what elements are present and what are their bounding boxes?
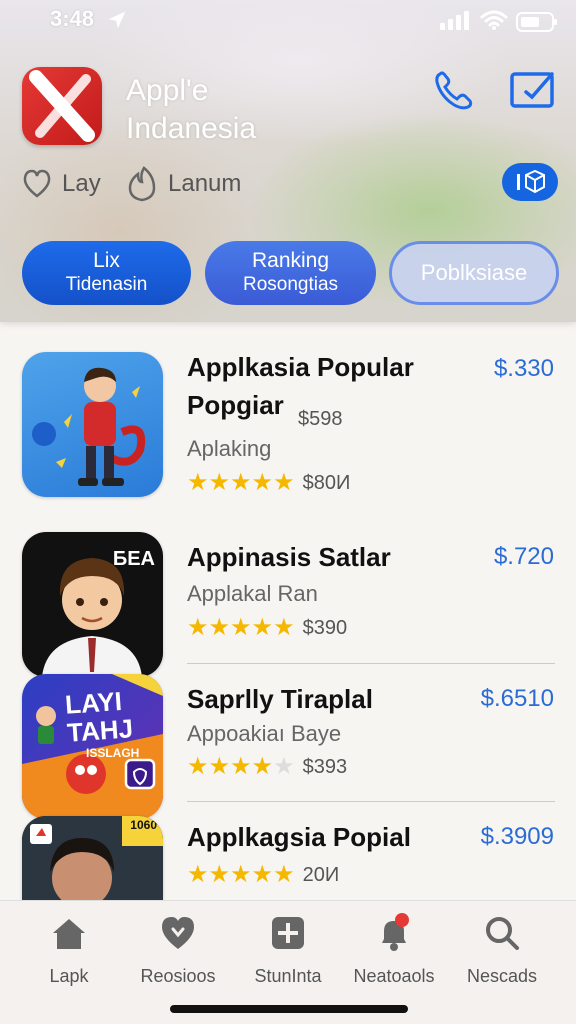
star-icon: ★ bbox=[273, 469, 295, 496]
app-price[interactable]: $.6510 bbox=[481, 685, 554, 713]
meta-launch-label: Lanum bbox=[168, 170, 242, 197]
home-icon bbox=[53, 919, 85, 949]
star-icon: ★ bbox=[208, 469, 231, 496]
star-icon: ★ bbox=[208, 753, 231, 780]
tab-label: Reosioos bbox=[140, 966, 216, 986]
app-small-price: $598 bbox=[298, 408, 343, 430]
cube-icon bbox=[517, 169, 545, 194]
tab-label: StunInta bbox=[254, 966, 322, 986]
flame-icon bbox=[128, 166, 156, 202]
heart-icon bbox=[162, 917, 194, 949]
star-icon: ★ bbox=[230, 753, 252, 780]
app-subtitle: Appoakiaı Baye bbox=[187, 721, 342, 746]
thumbnail-text: LAYI TAHJ bbox=[64, 685, 134, 748]
app-title: Applkagsia Popial bbox=[187, 822, 411, 852]
tab-nescads[interactable]: Nescads bbox=[447, 913, 557, 987]
app-subtitle: Aplaking bbox=[187, 436, 272, 461]
app-title-line-2: Popgiar bbox=[187, 390, 284, 420]
rating-count: 20И bbox=[302, 863, 340, 886]
segment-lix[interactable]: Lix Tidenasin bbox=[22, 241, 191, 305]
star-icon: ★ bbox=[230, 614, 252, 641]
rating-count: $390 bbox=[302, 616, 348, 639]
ar-button[interactable] bbox=[502, 163, 558, 201]
star-icon: ★ bbox=[230, 861, 252, 888]
plus-icon bbox=[272, 917, 304, 949]
tab-label: Lapk bbox=[49, 966, 89, 986]
star-icon: ★ bbox=[230, 469, 252, 496]
wifi-icon bbox=[480, 10, 508, 30]
segment-poblksiase[interactable]: Poblksiase bbox=[389, 241, 559, 305]
rating-count: $393 bbox=[302, 755, 348, 778]
app-price[interactable]: $.720 bbox=[494, 543, 554, 571]
thumbnail-text: БEA bbox=[112, 548, 155, 570]
tab-lapk[interactable]: Lapk bbox=[14, 913, 124, 987]
tab-stuninta[interactable]: StunInta bbox=[233, 913, 343, 987]
status-time: 3:48 bbox=[50, 6, 95, 31]
star-rating: ★ ★ ★ ★ ★ $393 bbox=[187, 754, 347, 780]
star-icon: ★ bbox=[251, 614, 274, 641]
app-price[interactable]: $.3909 bbox=[481, 823, 554, 851]
star-rating: ★ ★ ★ ★ ★ $390 bbox=[187, 615, 347, 641]
segment-poblksiase-label: Poblksiase bbox=[420, 260, 528, 285]
page-title: Appl'e Indanesia bbox=[126, 72, 256, 148]
title-line-1: Appl'e bbox=[126, 74, 209, 107]
home-indicator bbox=[170, 1005, 408, 1013]
x-mark-icon bbox=[29, 70, 95, 142]
star-icon: ★ bbox=[187, 753, 209, 780]
app-thumbnail: 1060 bbox=[22, 816, 163, 900]
app-title: Appinasis Satlar bbox=[187, 542, 391, 572]
star-icon: ★ bbox=[273, 861, 295, 888]
meta-like-label: Lay bbox=[62, 170, 101, 197]
tab-reosioos[interactable]: Reosioos bbox=[123, 913, 233, 987]
battery-icon bbox=[516, 12, 557, 32]
tab-label: Neatoaols bbox=[353, 966, 435, 986]
meta-like[interactable]: Lay bbox=[22, 164, 101, 204]
location-arrow-icon bbox=[108, 11, 126, 29]
tab-neatoaols[interactable]: Neatoaols bbox=[339, 913, 449, 987]
app-logo bbox=[22, 67, 102, 145]
app-price[interactable]: $.330 bbox=[494, 355, 554, 383]
star-icon: ★ bbox=[187, 469, 209, 496]
app-subtitle: Applakal Ran bbox=[187, 581, 318, 606]
app-thumbnail: БEA bbox=[22, 532, 163, 677]
thumbnail-small-text: ISSLAGH bbox=[86, 746, 140, 760]
divider bbox=[187, 801, 555, 802]
star-rating: ★ ★ ★ ★ ★ 20И bbox=[187, 862, 339, 888]
tab-label: Nescads bbox=[466, 966, 538, 986]
heart-icon bbox=[23, 169, 51, 198]
signal-icon bbox=[440, 11, 469, 30]
star-icon: ★ bbox=[187, 861, 209, 888]
status-bar: 3:48 bbox=[0, 6, 576, 34]
phone-icon[interactable] bbox=[430, 68, 476, 114]
star-icon: ★ bbox=[273, 614, 295, 641]
app-title: Saprlly Tiraplal bbox=[187, 684, 373, 714]
segment-ranking-line1: Ranking bbox=[251, 249, 330, 272]
app-thumbnail bbox=[22, 352, 163, 497]
search-icon bbox=[486, 917, 519, 950]
segment-lix-line2: Tidenasin bbox=[65, 274, 148, 295]
segment-ranking[interactable]: Ranking Rosongtias bbox=[205, 241, 376, 305]
star-icon: ★ bbox=[251, 469, 274, 496]
star-icon: ★ bbox=[208, 861, 231, 888]
segment-lix-line1: Lix bbox=[93, 249, 120, 272]
star-icon: ★ bbox=[187, 614, 209, 641]
app-title: Applkasia Popular bbox=[187, 352, 414, 382]
divider bbox=[187, 663, 555, 664]
app-thumbnail: LAYI TAHJ ISSLAGH bbox=[22, 674, 163, 819]
thumbnail-text: 1060 bbox=[130, 818, 157, 832]
star-empty-icon: ★ bbox=[273, 753, 295, 780]
meta-launch[interactable]: Lanum bbox=[126, 164, 241, 204]
star-icon: ★ bbox=[208, 614, 231, 641]
bell-icon bbox=[382, 913, 409, 951]
star-icon: ★ bbox=[251, 861, 274, 888]
compose-icon[interactable] bbox=[508, 68, 558, 112]
rating-count: $80И bbox=[302, 471, 351, 494]
character-illustration bbox=[32, 367, 146, 486]
segment-ranking-line2: Rosongtias bbox=[242, 274, 339, 295]
star-icon: ★ bbox=[251, 753, 274, 780]
star-rating: ★ ★ ★ ★ ★ $80И bbox=[187, 470, 350, 496]
title-line-2: Indanesia bbox=[126, 112, 257, 145]
